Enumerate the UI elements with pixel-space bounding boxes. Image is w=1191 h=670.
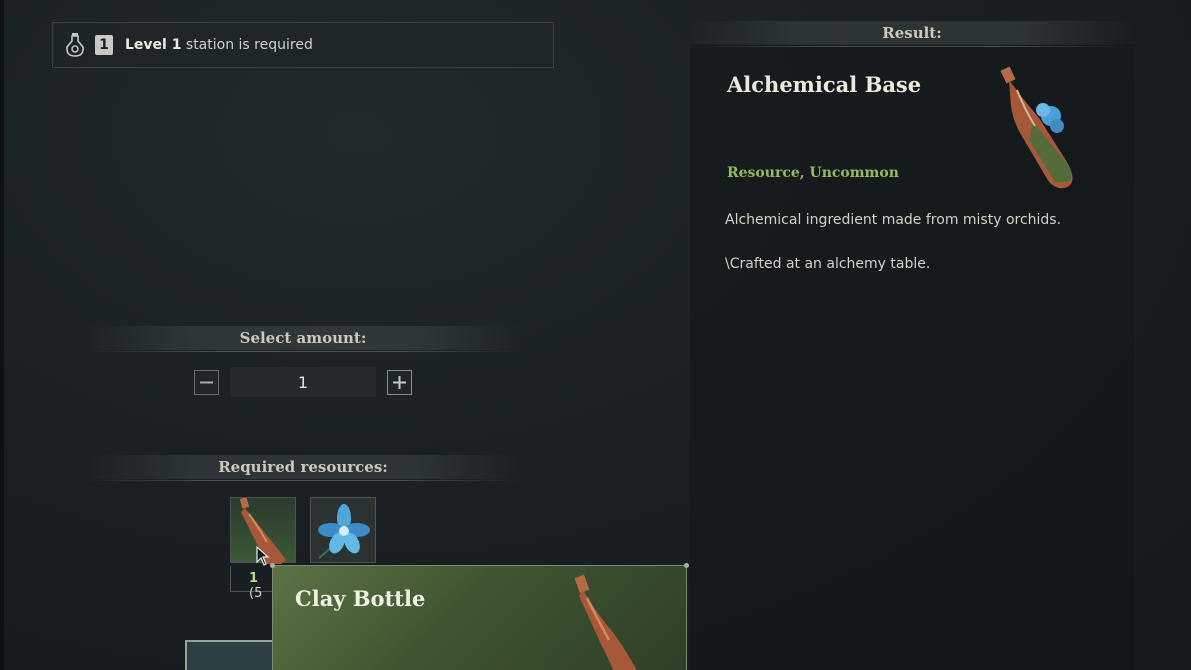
flask-icon [66, 33, 84, 57]
left-edge-border [0, 0, 4, 670]
increase-amount-button[interactable] [387, 369, 412, 395]
station-requirement-suffix: station is required [181, 37, 313, 53]
amount-stepper: 1 [194, 367, 412, 397]
decrease-amount-button[interactable] [194, 369, 219, 395]
result-item-crafted-note: \Crafted at an alchemy table. [725, 256, 931, 272]
result-heading: Result: [690, 21, 1134, 47]
resource-slot-misty-orchid[interactable] [310, 497, 376, 563]
clay-bottle-count-have: 1 [249, 571, 259, 586]
amount-input[interactable]: 1 [230, 367, 376, 397]
orchid-flower-icon [318, 504, 370, 559]
result-item-description: Alchemical ingredient made from misty or… [725, 212, 1062, 228]
tooltip-corner-tr [684, 563, 689, 568]
plus-icon [393, 375, 406, 389]
tooltip-title: Clay Bottle [295, 586, 426, 611]
clay-bottle-tooltip-icon [574, 574, 637, 670]
station-level-label: Level 1 [125, 37, 182, 53]
required-resources-heading: Required resources: [82, 455, 524, 481]
station-requirement: 1 Level 1 station is required [52, 22, 554, 68]
mouse-cursor-icon [256, 546, 270, 566]
result-item-title: Alchemical Base [727, 72, 922, 97]
clay-bottle-count: 1 (5 [230, 566, 274, 601]
minus-icon [200, 381, 213, 383]
alchemical-base-icon [1000, 66, 1073, 189]
item-tooltip: Clay Bottle [270, 563, 689, 670]
station-requirement-text: Level 1 station is required [125, 37, 313, 53]
result-item-category: Resource, Uncommon [727, 165, 899, 181]
tooltip-corner-tl [270, 563, 275, 568]
select-amount-heading: Select amount: [82, 326, 524, 352]
craft-button[interactable] [185, 640, 275, 670]
clay-bottle-count-rest: (5 [249, 586, 263, 601]
station-level-badge: 1 [95, 35, 113, 55]
